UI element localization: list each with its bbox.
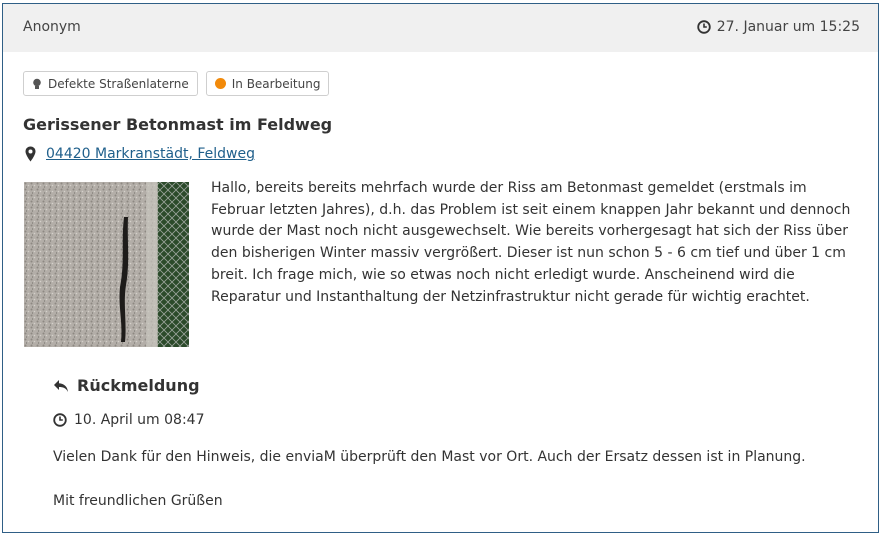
status-tag-label: In Bearbeitung [231,76,321,91]
map-marker-icon [25,146,36,162]
clock-icon [53,413,67,427]
category-tag[interactable]: Defekte Straßenlaterne [23,71,198,96]
tag-list: Defekte Straßenlaterne In Bearbeitung [23,71,330,96]
feedback-heading-text: Rückmeldung [77,376,200,395]
category-tag-label: Defekte Straßenlaterne [48,76,189,91]
status-dot-icon [214,78,226,89]
report-date: 27. Januar um 15:25 [697,19,860,35]
feedback-text: Vielen Dank für den Hinweis, die enviaM … [53,449,806,465]
bulb-icon [33,78,41,89]
location-row: 04420 Markranstädt, Feldweg [25,146,255,162]
feedback-date: 10. April um 08:47 [53,412,204,428]
feedback-heading: Rückmeldung [53,376,200,395]
report-title: Gerissener Betonmast im Feldweg [23,115,333,134]
clock-icon [697,20,711,34]
status-tag[interactable]: In Bearbeitung [205,71,330,96]
reply-icon [54,379,68,392]
report-photo[interactable] [24,182,189,347]
report-card: Anonym 27. Januar um 15:25 Defekte Straß… [2,3,879,533]
location-link[interactable]: 04420 Markranstädt, Feldweg [46,146,255,162]
feedback-signoff: Mit freundlichen Grüßen [53,493,223,509]
report-header: Anonym 27. Januar um 15:25 [3,4,878,52]
author-name: Anonym [23,19,81,35]
feedback-date-text: 10. April um 08:47 [74,412,205,428]
report-date-text: 27. Januar um 15:25 [716,19,860,35]
report-photo-image [24,182,189,347]
report-description: Hallo, bereits bereits mehrfach wurde de… [211,180,851,305]
